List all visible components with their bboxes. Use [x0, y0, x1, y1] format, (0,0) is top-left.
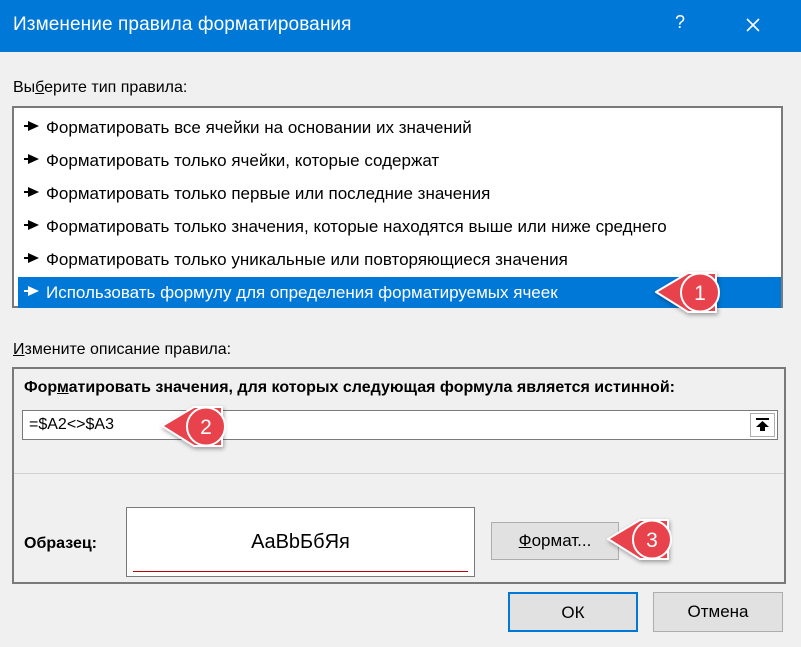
formula-label: Форматировать значения, для которых след…	[24, 379, 675, 396]
pointer-arrow-icon	[24, 253, 39, 263]
pointer-arrow-icon	[24, 121, 39, 131]
collapse-arrow-icon	[756, 418, 769, 431]
dialog-titlebar: Изменение правила форматирования ?	[0, 0, 801, 52]
sample-preview: AaBbБбЯя	[126, 507, 475, 577]
rule-type-item[interactable]: Форматировать только ячейки, которые сод…	[18, 145, 781, 176]
rule-type-item-label: Форматировать все ячейки на основании их…	[46, 118, 472, 137]
rule-type-item-label: Форматировать только ячейки, которые сод…	[46, 151, 440, 170]
callout-marker-3: 3	[607, 519, 672, 560]
pointer-arrow-icon	[24, 286, 39, 296]
rule-type-item-label: Форматировать только первые или последни…	[46, 184, 491, 203]
callout-number: 1	[694, 282, 706, 305]
rule-type-item-label: Использовать формулу для определения фор…	[46, 283, 558, 302]
pointer-arrow-icon	[24, 187, 39, 197]
callout-number: 3	[646, 529, 658, 552]
rule-type-item-label: Форматировать только уникальные или повт…	[46, 250, 568, 269]
rule-type-item[interactable]: Форматировать все ячейки на основании их…	[18, 112, 781, 143]
panel-divider	[14, 473, 784, 474]
formula-input[interactable]	[23, 411, 749, 439]
ok-button[interactable]: ОК	[508, 592, 638, 632]
rule-type-label: Выберите тип правила:	[13, 79, 188, 96]
cancel-button[interactable]: Отмена	[653, 592, 783, 632]
sample-label: Образец:	[24, 535, 97, 552]
rule-type-item[interactable]: Форматировать только значения, которые н…	[18, 211, 781, 242]
pointer-arrow-icon	[24, 154, 39, 164]
dialog-title: Изменение правила форматирования	[13, 14, 352, 35]
rule-description-label: Измените описание правила:	[13, 341, 232, 358]
help-button[interactable]: ?	[670, 12, 690, 38]
format-button[interactable]: Формат...	[491, 522, 619, 560]
rule-type-item-label: Форматировать только значения, которые н…	[46, 217, 667, 236]
collapse-dialog-button[interactable]	[750, 413, 775, 437]
close-icon[interactable]	[738, 10, 768, 40]
sample-preview-text: AaBbБбЯя	[251, 531, 350, 553]
rule-type-item[interactable]: Форматировать только первые или последни…	[18, 178, 781, 209]
callout-marker-2: 2	[161, 406, 226, 447]
pointer-arrow-icon	[24, 220, 39, 230]
callout-marker-1: 1	[655, 272, 720, 313]
sample-underline	[133, 571, 468, 572]
callout-number: 2	[200, 416, 212, 439]
formula-field	[22, 410, 778, 440]
